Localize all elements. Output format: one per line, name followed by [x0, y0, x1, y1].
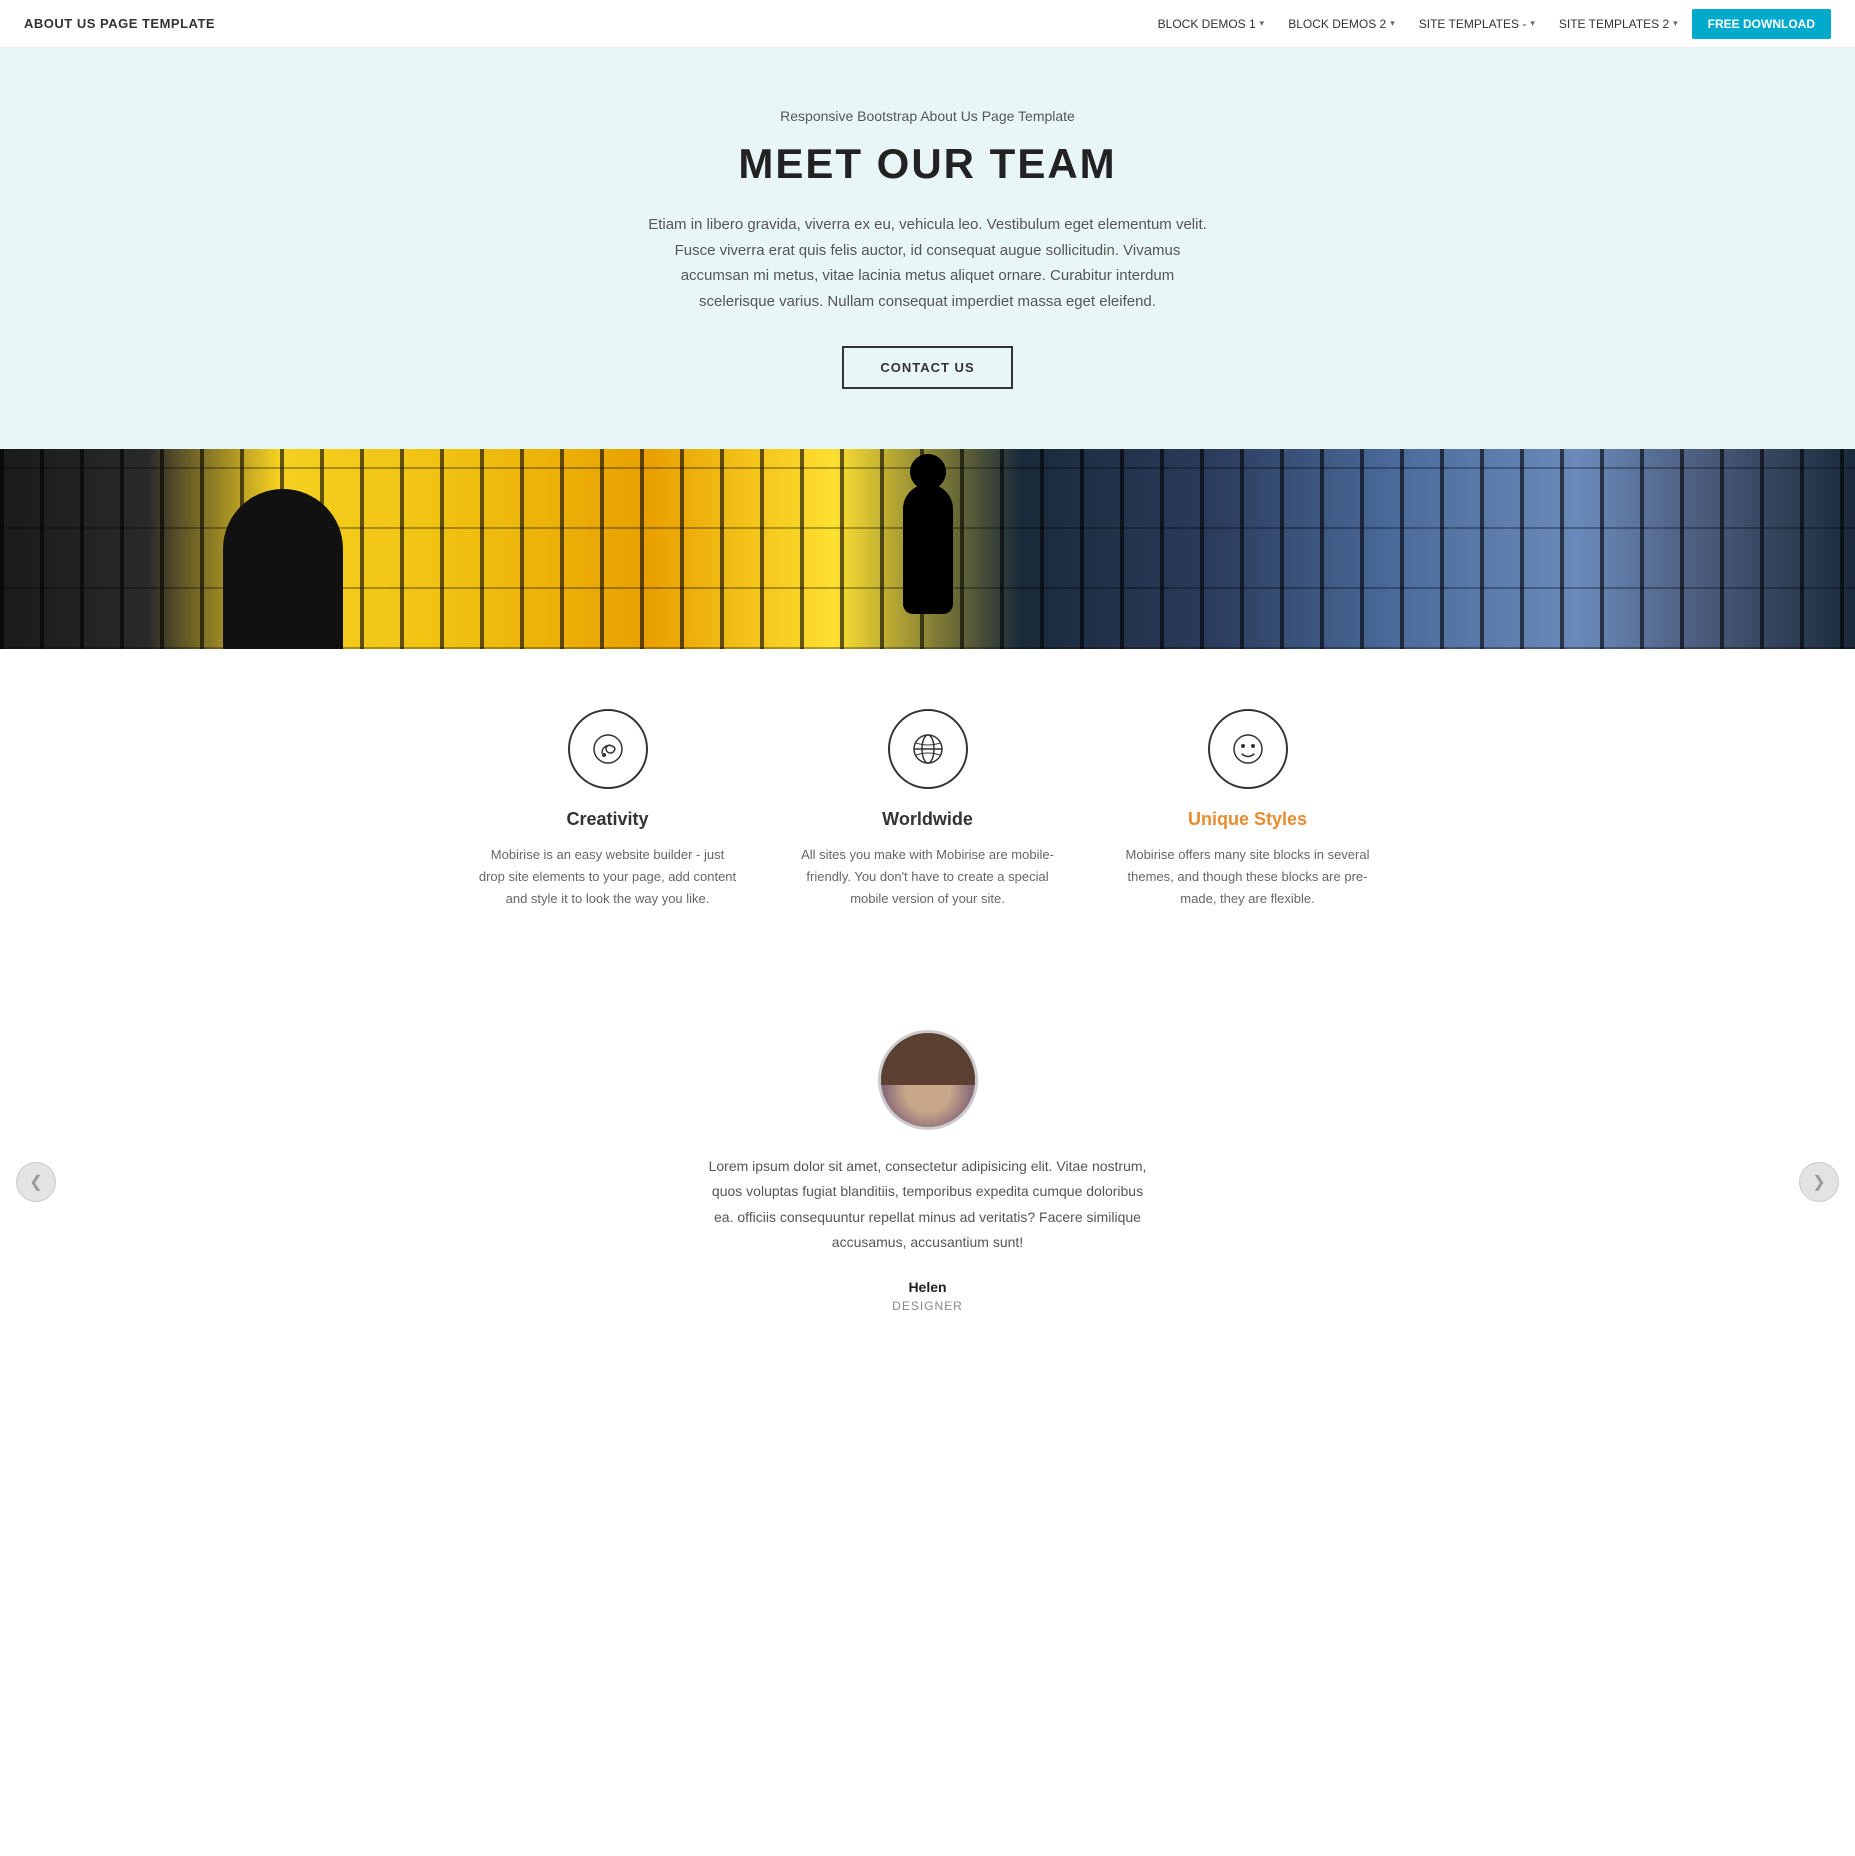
banner-inner	[0, 449, 1855, 649]
avatar-hair	[881, 1033, 975, 1085]
feature-worldwide: Worldwide All sites you make with Mobiri…	[798, 709, 1058, 910]
contact-us-button[interactable]: CONTACT US	[842, 346, 1012, 389]
testimonial-next-button[interactable]: ❯	[1799, 1162, 1839, 1202]
banner-silhouette-left	[223, 489, 343, 649]
creativity-title: Creativity	[478, 809, 738, 830]
features-section: Creativity Mobirise is an easy website b…	[0, 649, 1855, 970]
worldwide-title: Worldwide	[798, 809, 1058, 830]
banner-silhouette-center	[903, 484, 953, 614]
chevron-down-icon: ▾	[1530, 18, 1535, 29]
navbar-brand: ABOUT US PAGE TEMPLATE	[24, 16, 215, 31]
unique-styles-desc: Mobirise offers many site blocks in seve…	[1118, 844, 1378, 910]
unique-styles-icon-circle	[1208, 709, 1288, 789]
worldwide-desc: All sites you make with Mobirise are mob…	[798, 844, 1058, 910]
hero-text: Etiam in libero gravida, viverra ex eu, …	[648, 212, 1208, 314]
nav-block-demos-2[interactable]: BLOCK DEMOS 2 ▾	[1278, 11, 1405, 37]
navbar: ABOUT US PAGE TEMPLATE BLOCK DEMOS 1 ▾ B…	[0, 0, 1855, 48]
creativity-icon	[586, 727, 630, 771]
worldwide-icon	[906, 727, 950, 771]
feature-unique-styles: Unique Styles Mobirise offers many site …	[1118, 709, 1378, 910]
nav-block-demos-1[interactable]: BLOCK DEMOS 1 ▾	[1148, 11, 1275, 37]
hero-subtitle: Responsive Bootstrap About Us Page Templ…	[40, 108, 1815, 124]
unique-styles-icon	[1226, 727, 1270, 771]
worldwide-icon-circle	[888, 709, 968, 789]
nav-site-templates-2[interactable]: SITE TEMPLATES 2 ▾	[1549, 11, 1688, 37]
navbar-links: BLOCK DEMOS 1 ▾ BLOCK DEMOS 2 ▾ SITE TEM…	[1148, 9, 1831, 39]
testimonial-section: Lorem ipsum dolor sit amet, consectetur …	[0, 970, 1855, 1393]
feature-creativity: Creativity Mobirise is an easy website b…	[478, 709, 738, 910]
testimonial-role: DESIGNER	[40, 1299, 1815, 1313]
chevron-down-icon: ▾	[1260, 18, 1265, 29]
avatar-graphic	[881, 1033, 975, 1127]
testimonial-name: Helen	[40, 1279, 1815, 1295]
nav-site-templates-1[interactable]: SITE TEMPLATES - ▾	[1409, 11, 1545, 37]
chevron-down-icon: ▾	[1390, 18, 1395, 29]
image-banner	[0, 449, 1855, 649]
free-download-button[interactable]: FREE DOWNLOAD	[1692, 9, 1831, 39]
unique-styles-title: Unique Styles	[1118, 809, 1378, 830]
hero-title: MEET OUR TEAM	[40, 140, 1815, 188]
testimonial-avatar	[878, 1030, 978, 1130]
chevron-down-icon: ▾	[1673, 18, 1678, 29]
hero-section: Responsive Bootstrap About Us Page Templ…	[0, 48, 1855, 449]
creativity-icon-circle	[568, 709, 648, 789]
testimonial-text: Lorem ipsum dolor sit amet, consectetur …	[708, 1154, 1148, 1255]
creativity-desc: Mobirise is an easy website builder - ju…	[478, 844, 738, 910]
features-grid: Creativity Mobirise is an easy website b…	[478, 709, 1378, 910]
testimonial-prev-button[interactable]: ❮	[16, 1162, 56, 1202]
